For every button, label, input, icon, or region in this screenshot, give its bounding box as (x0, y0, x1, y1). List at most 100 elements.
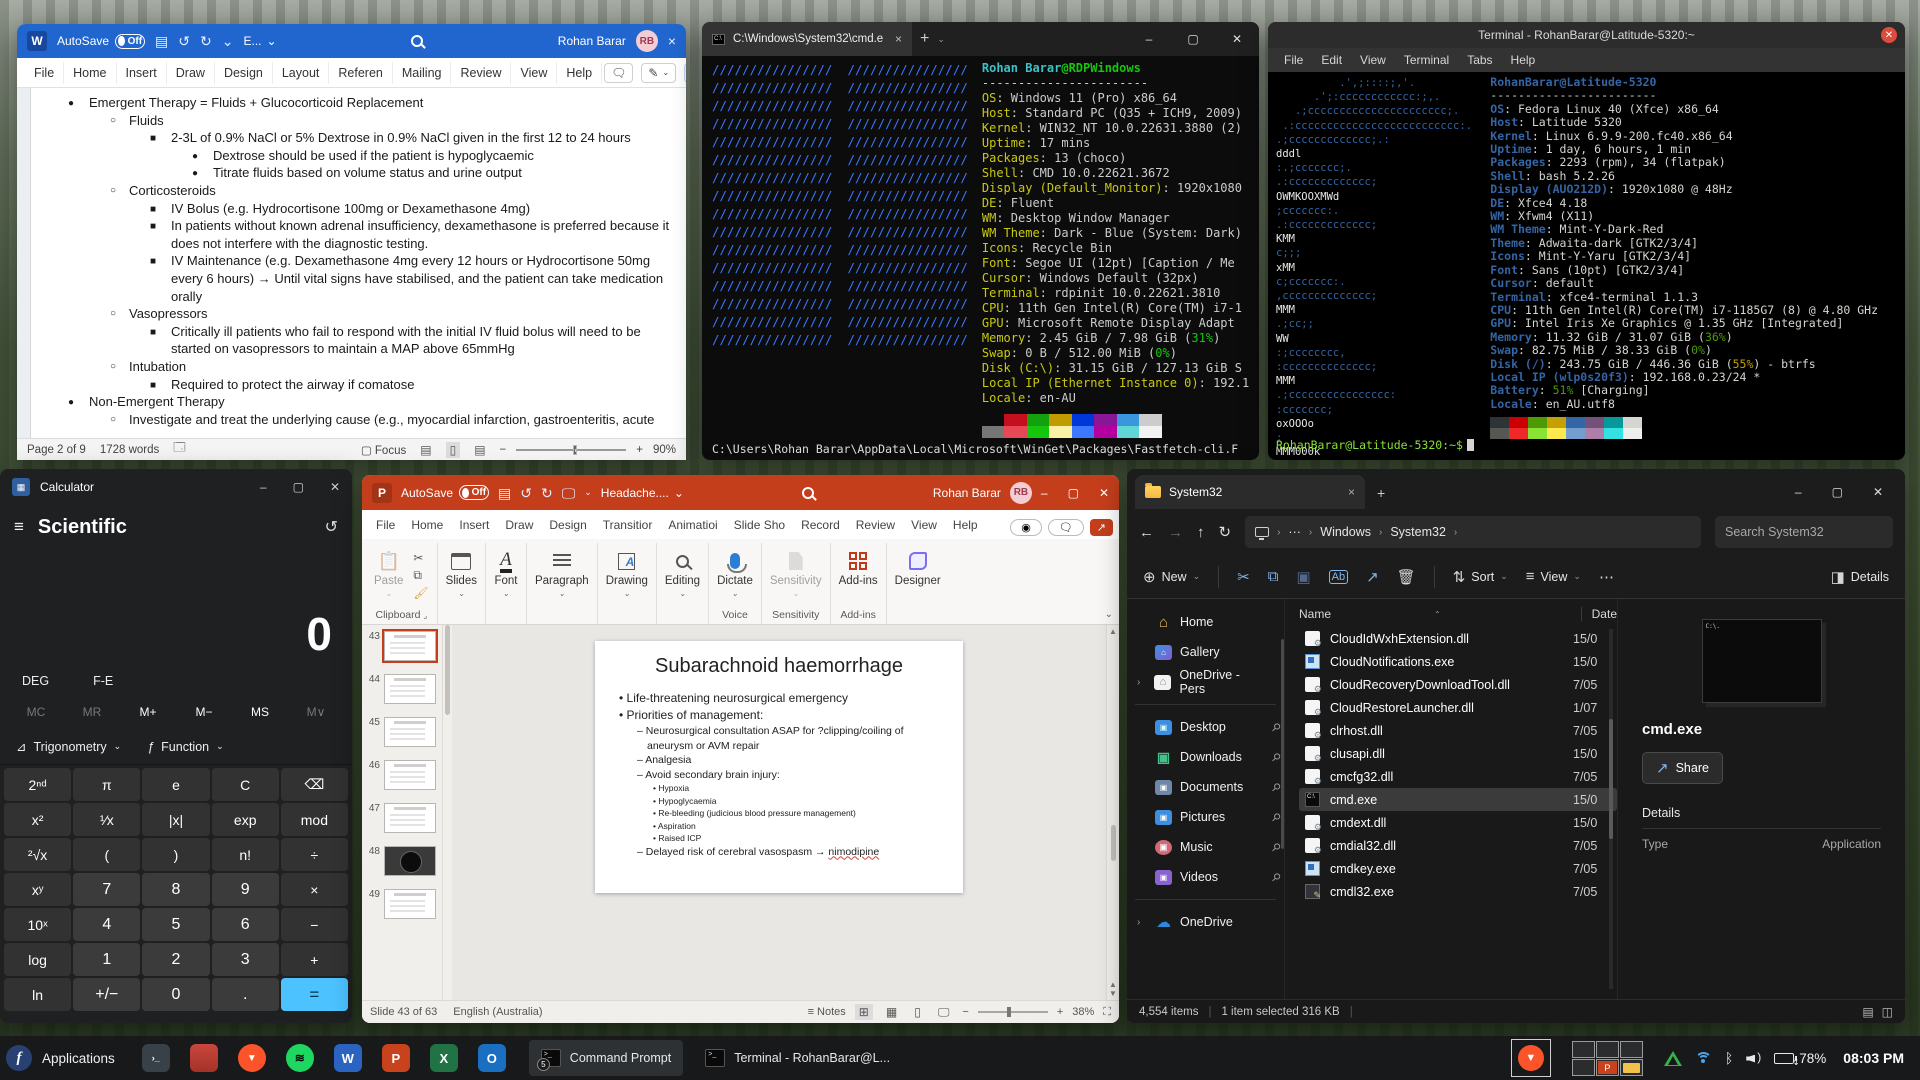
share-button[interactable]: ↗ Share (1642, 752, 1723, 784)
search-icon[interactable] (411, 35, 424, 47)
zoom-level[interactable]: 90% (653, 444, 676, 456)
cut-icon[interactable]: ✂ (1237, 568, 1250, 586)
file-row[interactable]: cmdext.dll 15/0 (1299, 811, 1617, 834)
calculator-key[interactable]: 2ⁿᵈ (4, 768, 72, 801)
calculator-key[interactable]: 9 (211, 873, 279, 906)
new-tab-button[interactable]: + (1377, 485, 1385, 501)
this-pc-icon[interactable] (1255, 527, 1270, 540)
memory-button[interactable]: M+ (120, 705, 176, 719)
ribbon-tab[interactable]: Design (541, 513, 594, 539)
sensitivity-button[interactable]: Sensitivity ⌄ (770, 545, 822, 606)
calculator-key[interactable]: 5 (142, 908, 210, 941)
history-icon[interactable]: ↺ (325, 517, 338, 537)
dictate-button[interactable]: Dictate ⌄ (717, 545, 753, 606)
more-options-icon[interactable]: ⋯ (1599, 568, 1614, 586)
previous-slide-icon[interactable]: ▲ (1109, 980, 1117, 989)
scroll-up-icon[interactable]: ▲ (1109, 627, 1117, 636)
maximize-button[interactable]: ▢ (1068, 486, 1079, 500)
slides-button[interactable]: Slides ⌄ (446, 545, 477, 622)
list-view-toggle-icon[interactable]: ▤ (1862, 1005, 1873, 1019)
editing-mode-button[interactable]: ✎ ⌄ (641, 62, 677, 83)
memory-button[interactable]: MS (232, 705, 288, 719)
add-ins-button[interactable]: Add-ins (839, 545, 878, 606)
calculator-key[interactable]: exp (211, 803, 279, 836)
terminal-menu-item[interactable]: View (1352, 51, 1394, 69)
excel-launcher-icon[interactable]: X (429, 1044, 458, 1072)
calculator-key[interactable]: xʸ (4, 873, 72, 906)
cmd-tab[interactable]: C:\ C:\Windows\System32\cmd.e × (702, 22, 912, 56)
redo-icon[interactable]: ↻ (541, 486, 553, 500)
breadcrumb-system32[interactable]: System32 (1390, 525, 1446, 539)
cut-icon[interactable]: ✂ (413, 551, 428, 565)
zoom-slider[interactable] (516, 444, 627, 455)
view-button[interactable]: ≡ View ⌄ (1526, 568, 1581, 585)
word-launcher-icon[interactable]: W (333, 1044, 362, 1072)
sidebar-item[interactable]: › ⌂ OneDrive - Pers ⚲ (1127, 667, 1284, 697)
word-menu-tab[interactable]: File (25, 61, 65, 84)
tray-app-icon[interactable] (1663, 1050, 1682, 1066)
sort-button[interactable]: ⇅ Sort ⌄ (1453, 568, 1508, 586)
word-menu-tab[interactable]: View (511, 61, 558, 84)
spotify-launcher-icon[interactable]: ≋ (285, 1044, 314, 1072)
terminal-menu-item[interactable]: Help (1503, 51, 1544, 69)
refresh-button[interactable]: ↻ (1219, 523, 1232, 541)
slide-title[interactable]: Subarachnoid haemorrhage (615, 655, 943, 678)
avatar[interactable]: RB (1009, 481, 1032, 504)
autosave-toggle[interactable]: AutoSave Off (57, 33, 146, 49)
calculator-key[interactable]: ²√x (4, 838, 72, 871)
new-button[interactable]: ⊕ New ⌄ (1143, 568, 1200, 586)
slide-scrollbar[interactable]: ▲ ▲ ▼ (1106, 625, 1119, 1000)
file-list-scrollbar[interactable] (1609, 629, 1613, 989)
calculator-key[interactable]: ln (4, 978, 72, 1011)
ribbon-tab[interactable]: Help (945, 513, 986, 539)
sidebar-item[interactable]: ▣ Pictures ⚲ (1127, 802, 1284, 832)
paste-icon[interactable]: ▣ (1296, 568, 1310, 586)
file-row[interactable]: cmdial32.dll 7/05 (1299, 834, 1617, 857)
calculator-key[interactable]: 3 (211, 943, 279, 976)
next-slide-icon[interactable]: ▼ (1109, 989, 1117, 998)
close-button[interactable]: × (668, 34, 676, 48)
calculator-key[interactable]: ¹⁄x (73, 803, 141, 836)
collapse-ribbon-icon[interactable]: ⌄ (1105, 609, 1113, 620)
fit-slide-icon[interactable]: ⛶ (1103, 1006, 1111, 1019)
zoom-level[interactable]: 38% (1072, 1006, 1094, 1018)
slide-thumbnail[interactable]: 43 (364, 629, 440, 663)
paste-button[interactable]: 📋 Paste ⌄ (374, 545, 403, 606)
save-icon[interactable]: ▤ (155, 34, 168, 48)
tab-close-icon[interactable]: × (895, 32, 902, 46)
terminal-menu-item[interactable]: File (1276, 51, 1311, 69)
files-launcher-icon[interactable] (189, 1044, 218, 1072)
close-button[interactable]: ✕ (1873, 485, 1883, 499)
language-indicator[interactable]: English (Australia) (453, 1006, 542, 1018)
word-menu-tab[interactable]: Mailing (393, 61, 452, 84)
up-button[interactable]: ↑ (1197, 524, 1205, 541)
word-menu-tab[interactable]: Home (64, 61, 117, 84)
back-button[interactable]: ← (1139, 524, 1154, 541)
brave-tray-slot[interactable]: ▼ (1510, 1039, 1551, 1077)
file-row[interactable]: CloudRestoreLauncher.dll 1/07 (1299, 696, 1617, 719)
word-count[interactable]: 1728 words (100, 444, 159, 456)
angle-unit-button[interactable]: DEG (22, 674, 49, 688)
maximize-button[interactable]: ▢ (1832, 485, 1843, 499)
ribbon-tab[interactable]: Draw (497, 513, 541, 539)
maximize-button[interactable]: ▢ (293, 480, 304, 494)
proofing-icon[interactable]: 🗔 (173, 440, 185, 459)
paragraph-button[interactable]: Paragraph ⌄ (535, 545, 589, 622)
powerpoint-launcher-icon[interactable]: P (381, 1044, 410, 1072)
date-column-header[interactable]: Date (1580, 607, 1617, 621)
calculator-key[interactable]: ⌫ (280, 768, 348, 801)
autosave-toggle[interactable]: AutoSave Off (401, 485, 490, 500)
fe-button[interactable]: F-E (93, 674, 113, 688)
delete-icon[interactable]: 🗑 (1397, 568, 1416, 586)
sidebar-item[interactable]: ▣ Music ⚲ (1127, 832, 1284, 862)
calculator-key[interactable]: 8 (142, 873, 210, 906)
workspace-cell[interactable] (1571, 1058, 1595, 1076)
file-row[interactable]: cmdkey.exe 7/05 (1299, 857, 1617, 880)
clock[interactable]: 08:03 PM (1843, 1050, 1904, 1066)
word-menu-tab[interactable]: Design (215, 61, 273, 84)
terminal-menu-item[interactable]: Terminal (1396, 51, 1457, 69)
details-view-toggle-icon[interactable]: ◫ (1882, 1005, 1893, 1019)
file-row[interactable]: cmd.exe 15/0 (1299, 788, 1617, 811)
share-icon[interactable]: ↗ (1366, 568, 1379, 586)
outlook-launcher-icon[interactable]: O (477, 1044, 506, 1072)
